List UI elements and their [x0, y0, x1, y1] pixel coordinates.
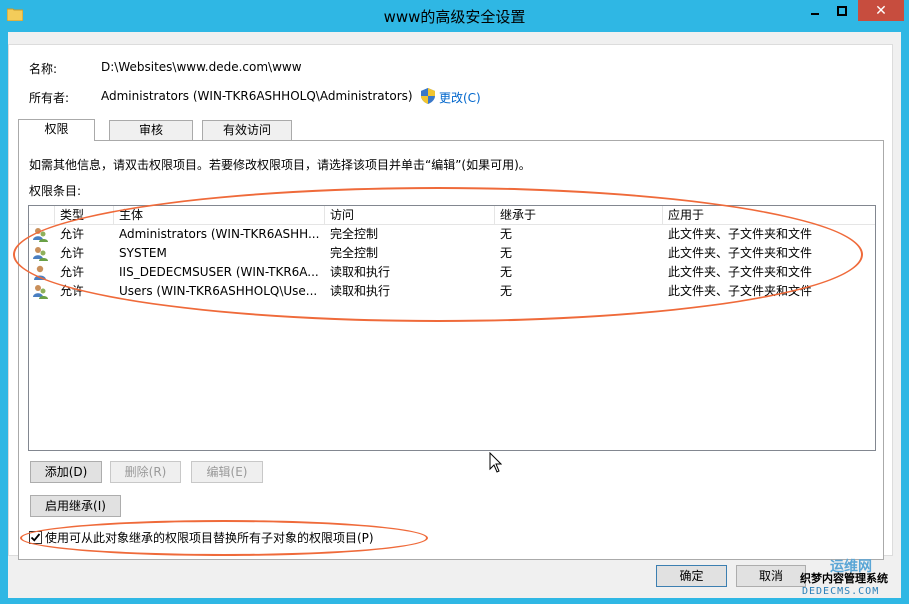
- window-frame: www的高级安全设置 ✕ 名称: D:\Websites\www.dede.co…: [0, 0, 909, 604]
- mouse-cursor-icon: [489, 452, 502, 473]
- list-header: 类型 主体 访问 继承于 应用于: [29, 206, 875, 225]
- name-label: 名称:: [29, 62, 58, 76]
- table-row[interactable]: 允许 SYSTEM 完全控制 无 此文件夹、子文件夹和文件: [29, 244, 875, 263]
- user-group-icon: [33, 285, 48, 299]
- dialog-client-area: 名称: D:\Websites\www.dede.com\www 所有者: Ad…: [8, 32, 901, 598]
- tab-effective-access[interactable]: 有效访问: [202, 120, 292, 141]
- watermark-line2: 织梦内容管理系统: [800, 572, 888, 585]
- info-text: 如需其他信息，请双击权限项目。若要修改权限项目，请选择该项目并单击“编辑”(如果…: [29, 158, 531, 172]
- replace-child-permissions-label[interactable]: 使用可从此对象继承的权限项目替换所有子对象的权限项目(P): [45, 529, 374, 546]
- column-principal[interactable]: 主体: [114, 206, 325, 225]
- cell-applies: 此文件夹、子文件夹和文件: [668, 246, 813, 260]
- table-row[interactable]: 允许 Users (WIN-TKR6ASHHOLQ\Use... 读取和执行 无…: [29, 282, 875, 301]
- edit-button[interactable]: 编辑(E): [191, 461, 263, 483]
- name-value: D:\Websites\www.dede.com\www: [101, 60, 302, 74]
- cell-applies: 此文件夹、子文件夹和文件: [668, 284, 813, 298]
- permission-entries-label: 权限条目:: [29, 184, 82, 198]
- window-title: www的高级安全设置: [383, 8, 526, 26]
- cell-access: 完全控制: [330, 227, 379, 241]
- maximize-icon: [837, 5, 847, 16]
- cell-inherited: 无: [500, 265, 513, 279]
- cell-principal: SYSTEM: [119, 246, 167, 260]
- cell-access: 读取和执行: [330, 265, 391, 279]
- title-bar[interactable]: www的高级安全设置 ✕: [0, 0, 909, 32]
- replace-child-permissions-checkbox[interactable]: [29, 531, 42, 544]
- add-button[interactable]: 添加(D): [30, 461, 102, 483]
- change-owner-link[interactable]: 更改(C): [439, 89, 481, 106]
- user-group-icon: [33, 247, 48, 261]
- checkmark-icon: [30, 533, 41, 542]
- cell-type: 允许: [60, 246, 85, 260]
- close-button[interactable]: ✕: [858, 0, 904, 21]
- cell-type: 允许: [60, 284, 85, 298]
- cell-access: 完全控制: [330, 246, 379, 260]
- uac-shield-icon: [421, 88, 435, 104]
- user-group-icon: [33, 228, 48, 242]
- cell-principal: Administrators (WIN-TKR6ASHH...: [119, 227, 320, 241]
- column-inherited-from[interactable]: 继承于: [495, 206, 663, 225]
- cell-principal: Users (WIN-TKR6ASHHOLQ\Use...: [119, 284, 318, 298]
- column-type[interactable]: 类型: [55, 206, 114, 225]
- cancel-button[interactable]: 取消: [736, 565, 806, 587]
- column-applies-to[interactable]: 应用于: [663, 206, 875, 225]
- tab-auditing[interactable]: 审核: [109, 120, 193, 141]
- cell-inherited: 无: [500, 227, 513, 241]
- close-icon: ✕: [875, 2, 887, 19]
- user-icon: [34, 265, 46, 280]
- table-row[interactable]: 允许 IIS_DEDECMSUSER (WIN-TKR6A... 读取和执行 无…: [29, 263, 875, 282]
- cell-inherited: 无: [500, 284, 513, 298]
- cell-inherited: 无: [500, 246, 513, 260]
- watermark-line3: DEDECMS.COM: [802, 586, 880, 597]
- owner-label: 所有者:: [29, 91, 70, 105]
- minimize-button[interactable]: [803, 0, 827, 21]
- cell-type: 允许: [60, 227, 85, 241]
- watermark-logo: 运维网 织梦内容管理系统 DEDECMS.COM: [800, 556, 905, 602]
- cell-applies: 此文件夹、子文件夹和文件: [668, 227, 813, 241]
- ok-button[interactable]: 确定: [656, 565, 727, 587]
- tab-permissions[interactable]: 权限: [18, 119, 95, 141]
- enable-inheritance-button[interactable]: 启用继承(I): [30, 495, 121, 517]
- cell-access: 读取和执行: [330, 284, 391, 298]
- column-access[interactable]: 访问: [325, 206, 495, 225]
- column-icon: [29, 206, 55, 225]
- maximize-button[interactable]: [829, 0, 855, 21]
- cell-type: 允许: [60, 265, 85, 279]
- owner-value: Administrators (WIN-TKR6ASHHOLQ\Administ…: [101, 89, 413, 103]
- minimize-icon: [811, 12, 819, 15]
- cell-applies: 此文件夹、子文件夹和文件: [668, 265, 813, 279]
- cell-principal: IIS_DEDECMSUSER (WIN-TKR6A...: [119, 265, 319, 279]
- permission-entries-list[interactable]: 类型 主体 访问 继承于 应用于 允许 Administrators (WIN-…: [28, 205, 876, 451]
- remove-button[interactable]: 删除(R): [110, 461, 181, 483]
- table-row[interactable]: 允许 Administrators (WIN-TKR6ASHH... 完全控制 …: [29, 225, 875, 244]
